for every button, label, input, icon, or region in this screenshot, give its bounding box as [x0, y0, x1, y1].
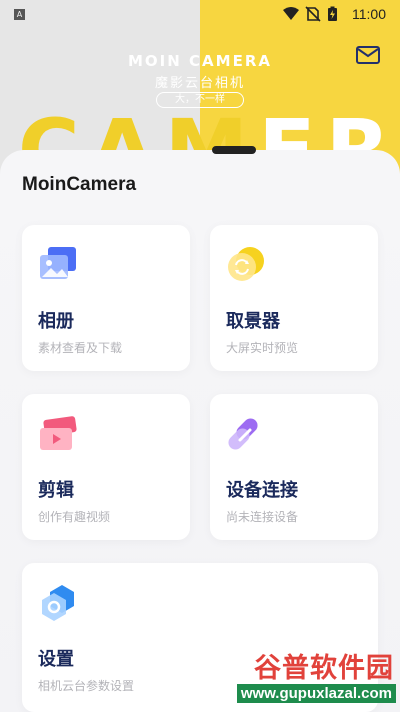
settings-icon [38, 583, 78, 623]
battery-charging-icon [328, 6, 337, 21]
link-icon [226, 414, 266, 454]
notification-badge: A [14, 9, 25, 20]
connect-card[interactable]: 设备连接 尚未连接设备 [210, 394, 378, 540]
hero-subtitle: 魔影云台相机 [154, 76, 245, 91]
settings-subtitle: 相机云台参数设置 [38, 679, 135, 693]
edit-card[interactable]: 剪辑 创作有趣视频 [22, 394, 190, 540]
status-time: 11:00 [352, 6, 386, 22]
wifi-icon [283, 7, 299, 20]
album-card[interactable]: 相册 素材查看及下载 [22, 225, 190, 371]
watermark: 谷普软件园 www.gupuxlazal.com [218, 646, 400, 712]
viewfinder-subtitle: 大屏实时预览 [226, 341, 299, 355]
watermark-url: www.gupuxlazal.com [236, 684, 396, 703]
status-bar: A 11:00 [0, 0, 400, 28]
edit-title: 剪辑 [38, 480, 74, 501]
connect-title: 设备连接 [226, 480, 298, 501]
edit-subtitle: 创作有趣视频 [38, 510, 111, 524]
album-subtitle: 素材查看及下载 [38, 341, 123, 355]
connect-subtitle: 尚未连接设备 [226, 510, 299, 524]
album-title: 相册 [38, 311, 74, 332]
album-icon [38, 245, 78, 285]
app-name: MoinCamera [22, 174, 137, 195]
edit-video-icon [38, 414, 78, 454]
settings-title: 设置 [38, 649, 74, 670]
no-sim-icon [305, 6, 321, 22]
mail-icon[interactable] [355, 44, 381, 66]
watermark-title: 谷普软件园 [254, 653, 394, 684]
hero-slogan: 大，不一样 [156, 92, 244, 108]
hero-title: MOIN CAMERA [128, 52, 272, 70]
hero-overlap-tab [212, 146, 256, 154]
viewfinder-icon [226, 245, 266, 285]
viewfinder-card[interactable]: 取景器 大屏实时预览 [210, 225, 378, 371]
viewfinder-title: 取景器 [226, 311, 280, 332]
